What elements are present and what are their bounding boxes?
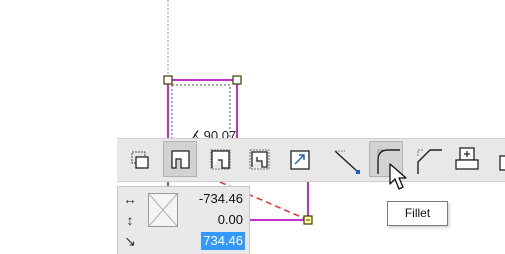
- corner-arrow-box-button[interactable]: [282, 141, 316, 177]
- diagonal-line-button[interactable]: [330, 141, 364, 177]
- vertex-handle[interactable]: [232, 75, 242, 85]
- diagonal-line-icon: [334, 150, 360, 174]
- x-coordinate-row: ↔ -734.46: [118, 189, 251, 209]
- corner-offset-icon: [131, 151, 149, 169]
- horizontal-arrows-icon: ↔: [123, 191, 137, 207]
- vertical-arrows-icon: ↕: [126, 212, 134, 228]
- corner-notch-button[interactable]: [163, 141, 197, 177]
- vertex-handle[interactable]: [163, 75, 173, 85]
- y-coordinate-input[interactable]: 0.00: [216, 211, 245, 229]
- corner-arrow-box-icon: [290, 150, 310, 170]
- fillet-tooltip: Fillet: [387, 201, 448, 226]
- length-row: ↘ 734.46: [118, 231, 251, 251]
- y-coordinate-row: ↕ 0.00: [118, 210, 251, 230]
- partial-tool-icon: [499, 155, 505, 171]
- chamfer-button[interactable]: [411, 141, 445, 177]
- add-stack-icon: [455, 147, 479, 170]
- corner-double-step-icon: [249, 149, 270, 170]
- length-input[interactable]: 734.46: [201, 232, 245, 250]
- corner-offset-button[interactable]: [123, 141, 157, 177]
- mouse-cursor-icon: [389, 163, 407, 190]
- partial-tool-button[interactable]: [489, 141, 505, 177]
- corner-step-icon: [210, 149, 231, 170]
- x-coordinate-input[interactable]: -734.46: [197, 190, 245, 208]
- chamfer-icon: [417, 149, 442, 174]
- corner-step-button[interactable]: [203, 141, 237, 177]
- coordinate-input-panel: ↔ -734.46 ↕ 0.00 ↘ 734.46: [117, 186, 250, 254]
- diagonal-arrow-icon: ↘: [124, 233, 136, 249]
- corner-tool-bar: [117, 138, 505, 182]
- add-stack-button[interactable]: [449, 141, 483, 177]
- corner-notch-icon: [171, 150, 190, 169]
- corner-double-step-button[interactable]: [242, 141, 276, 177]
